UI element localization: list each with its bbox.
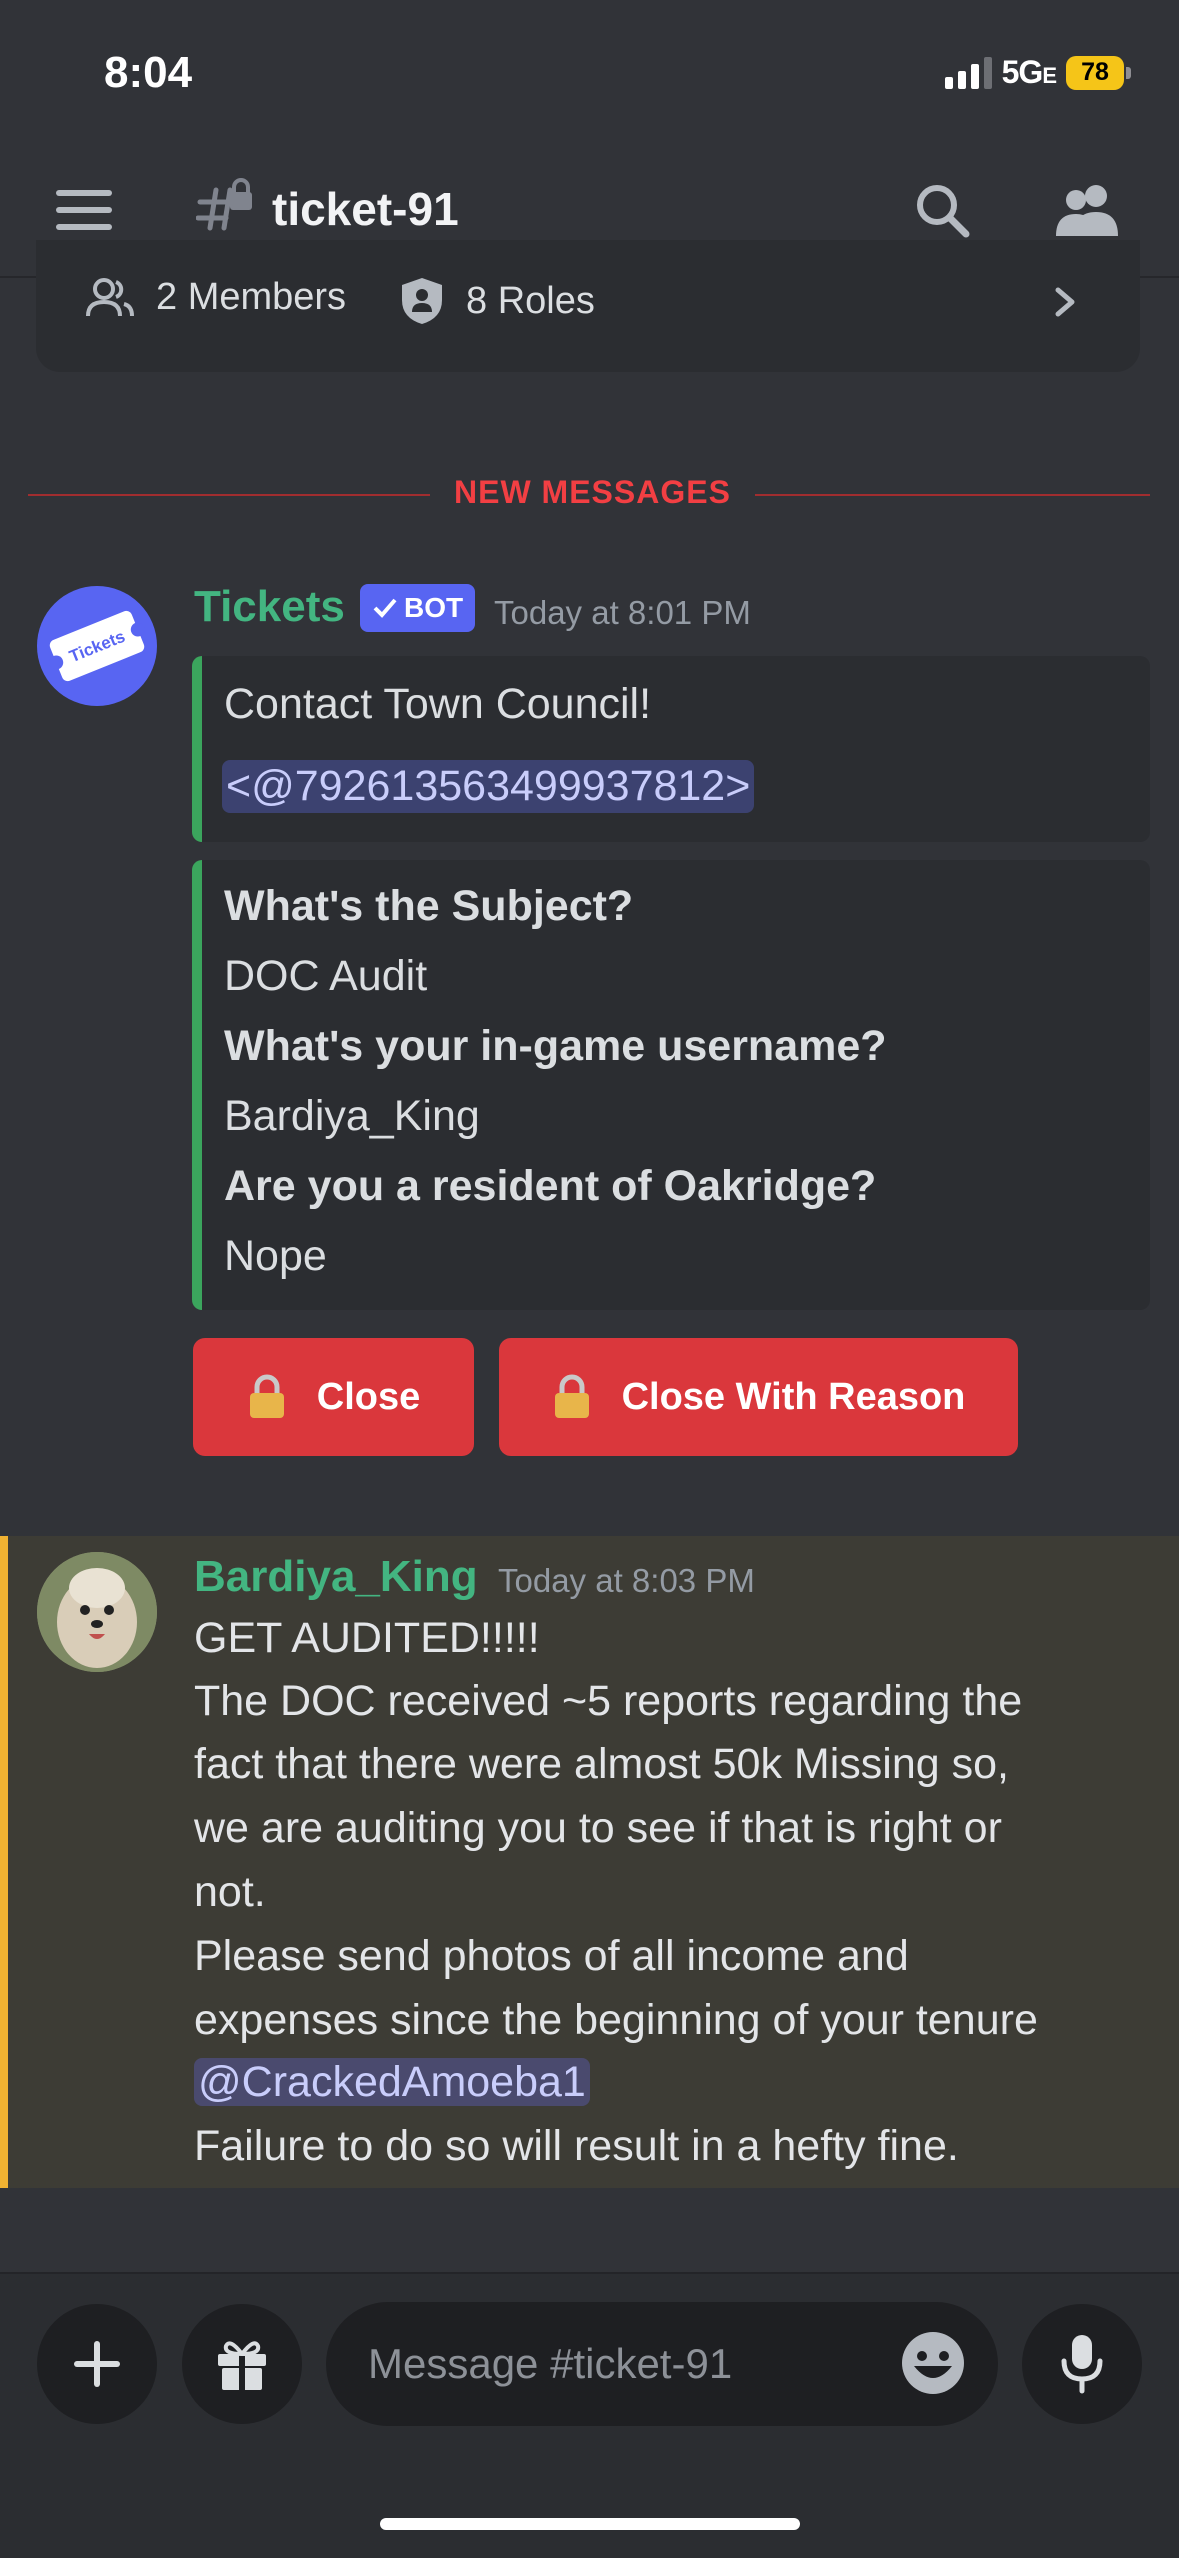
user-mention[interactable]: <@792613563499937812> bbox=[222, 760, 755, 813]
message-line: expenses since the beginning of your ten… bbox=[194, 1996, 1038, 2044]
lock-icon bbox=[554, 1374, 589, 1418]
channel-lock-icon bbox=[196, 178, 252, 231]
bot-username[interactable]: Tickets bbox=[194, 582, 345, 632]
signal-icon bbox=[944, 56, 992, 89]
message-line: The DOC received ~5 reports regarding th… bbox=[194, 1677, 1023, 1725]
members-label: 2 Members bbox=[156, 276, 347, 318]
home-indicator bbox=[380, 2518, 800, 2530]
field-name: Are you a resident of Oakridge? bbox=[224, 1162, 877, 1210]
attach-button[interactable] bbox=[37, 2304, 157, 2424]
message-line: Please send photos of all income and bbox=[194, 1932, 909, 1980]
bot-avatar[interactable]: Tickets bbox=[37, 586, 157, 706]
bot-timestamp: Today at 8:01 PM bbox=[494, 594, 751, 631]
check-icon bbox=[373, 598, 397, 618]
embed-title: Contact Town Council! bbox=[224, 680, 652, 728]
message-line: GET AUDITED!!!!! bbox=[194, 1614, 540, 1662]
menu-icon[interactable] bbox=[56, 190, 112, 230]
channel-title[interactable]: ticket-91 bbox=[272, 182, 459, 236]
members-icon[interactable] bbox=[1054, 180, 1122, 240]
bot-badge: BOT bbox=[360, 584, 476, 632]
message-input[interactable]: Message #ticket-91 bbox=[326, 2302, 998, 2426]
message-line: @CrackedAmoeba1 bbox=[194, 2058, 590, 2107]
gift-button[interactable] bbox=[182, 2304, 302, 2424]
user-username[interactable]: Bardiya_King bbox=[194, 1552, 478, 1602]
message-placeholder: Message #ticket-91 bbox=[368, 2340, 733, 2387]
gift-icon bbox=[218, 2341, 266, 2390]
user-timestamp: Today at 8:03 PM bbox=[498, 1562, 755, 1599]
voice-message-button[interactable] bbox=[1022, 2304, 1142, 2424]
members-count[interactable]: 2 Members bbox=[86, 276, 346, 319]
roles-label: 8 Roles bbox=[466, 279, 595, 322]
search-icon[interactable] bbox=[912, 180, 972, 240]
member-icon bbox=[86, 277, 134, 316]
mention-highlight-bar bbox=[0, 1536, 8, 2188]
roles-count[interactable]: 8 Roles bbox=[400, 276, 595, 326]
close-label: Close bbox=[316, 1375, 421, 1418]
battery-icon: 78 bbox=[1066, 55, 1131, 90]
chevron-right-icon[interactable] bbox=[1052, 282, 1080, 322]
status-time: 8:04 bbox=[104, 48, 193, 97]
close-with-reason-button[interactable]: Close With Reason bbox=[499, 1338, 1018, 1456]
network-type: 5GE bbox=[1001, 54, 1057, 90]
close-button[interactable]: Close bbox=[193, 1338, 474, 1456]
field-value: DOC Audit bbox=[224, 952, 428, 1000]
battery-level: 78 bbox=[1066, 55, 1124, 90]
message-line: not. bbox=[194, 1868, 266, 1916]
message-line: Failure to do so will result in a hefty … bbox=[194, 2122, 959, 2170]
field-value: Nope bbox=[224, 1232, 327, 1280]
field-name: What's your in-game username? bbox=[224, 1022, 887, 1070]
user-mention[interactable]: @CrackedAmoeba1 bbox=[194, 2058, 590, 2106]
lock-icon bbox=[249, 1374, 284, 1418]
field-value: Bardiya_King bbox=[224, 1092, 480, 1140]
close-with-reason-label: Close With Reason bbox=[621, 1375, 966, 1418]
mic-icon bbox=[1061, 2335, 1103, 2394]
plus-icon bbox=[74, 2341, 120, 2387]
status-indicators: 5GE 78 bbox=[944, 54, 1131, 91]
message-line: fact that there were almost 50k Missing … bbox=[194, 1740, 1009, 1788]
new-messages-label: NEW MESSAGES bbox=[430, 474, 755, 511]
user-avatar[interactable] bbox=[37, 1552, 157, 1672]
emoji-icon[interactable] bbox=[900, 2330, 966, 2396]
message-line: we are auditing you to see if that is ri… bbox=[194, 1804, 1002, 1852]
role-shield-icon bbox=[402, 278, 442, 324]
field-name: What's the Subject? bbox=[224, 882, 634, 930]
